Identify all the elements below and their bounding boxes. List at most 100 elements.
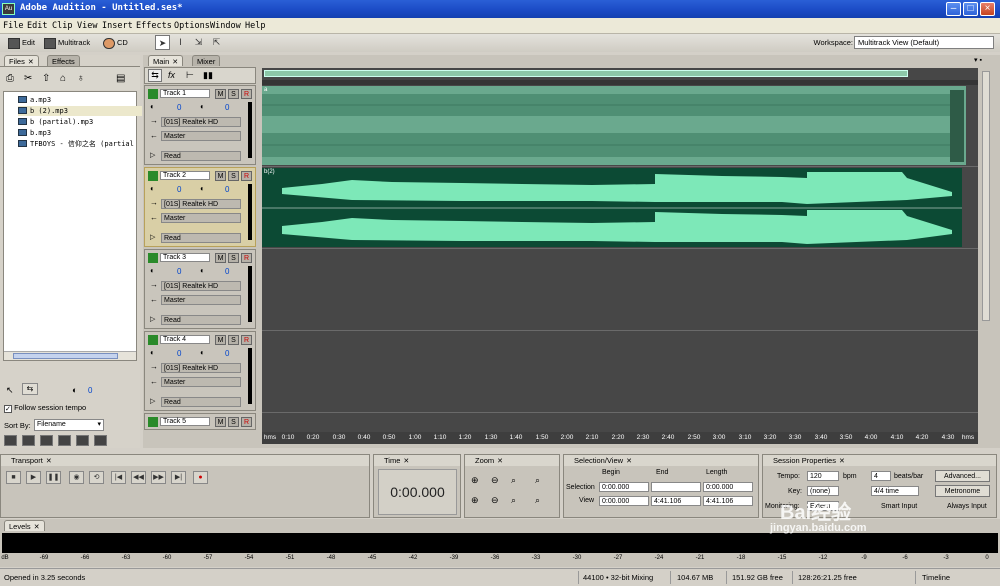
full-path-icon[interactable]: [94, 435, 107, 446]
scrollbar-thumb[interactable]: [982, 71, 990, 321]
input-select[interactable]: [01S] Realtek HD: [161, 363, 241, 373]
pan-value[interactable]: 0: [225, 185, 229, 194]
mute-button[interactable]: M: [215, 417, 226, 427]
insert-multitrack-icon[interactable]: ⇧: [42, 73, 50, 84]
zoom-out-vertical-icon[interactable]: ⊖: [491, 495, 499, 506]
maximize-button[interactable]: □: [963, 2, 978, 16]
volume-value[interactable]: 0: [88, 386, 92, 395]
advanced-button[interactable]: Advanced...: [935, 470, 990, 482]
timeline-overview[interactable]: [262, 68, 978, 80]
record-button[interactable]: R: [241, 335, 252, 345]
file-list-scrollbar[interactable]: [4, 351, 136, 360]
volume-value[interactable]: 0: [177, 185, 181, 194]
record-transport-button[interactable]: ●: [193, 471, 208, 484]
menu-help[interactable]: Help: [245, 21, 265, 31]
pan-knob-icon[interactable]: ◐: [200, 348, 205, 357]
view-end-field[interactable]: 4:41.106: [651, 496, 701, 506]
record-button[interactable]: R: [241, 417, 252, 427]
track-5-header[interactable]: Track 5 M S R: [144, 413, 256, 430]
workspace-select[interactable]: Multitrack View (Default): [854, 36, 994, 49]
file-list[interactable]: a.mp3 b (2).mp3 b (partial).mp3 b.mp3 TF…: [3, 91, 142, 361]
expand-icon[interactable]: ▷: [150, 397, 155, 405]
follow-tempo-checkbox[interactable]: ✓ Follow session tempo: [4, 403, 86, 413]
view-length-field[interactable]: 4:41.106: [703, 496, 753, 506]
record-button[interactable]: R: [241, 89, 252, 99]
track-name[interactable]: Track 3: [160, 253, 210, 262]
time-signature-select[interactable]: 4/4 time: [871, 486, 919, 496]
pan-value[interactable]: 0: [225, 103, 229, 112]
filter-icon[interactable]: [76, 435, 89, 446]
tab-effects[interactable]: Effects: [47, 55, 80, 66]
track-3-header[interactable]: Track 3 M S R ◐ 0 ◐ 0 → [01S] Realtek HD…: [144, 249, 256, 329]
automation-mode-select[interactable]: Read: [161, 315, 241, 325]
track-2-header[interactable]: Track 2 M S R ◐ 0 ◐ 0 → [01S] Realtek HD…: [144, 167, 256, 247]
beats-field[interactable]: 4: [871, 471, 891, 481]
show-audio-icon[interactable]: [4, 435, 17, 446]
scrollbar-thumb[interactable]: [13, 353, 118, 359]
menu-file[interactable]: File: [3, 21, 23, 31]
track-name[interactable]: Track 4: [160, 335, 210, 344]
volume-knob-icon[interactable]: ◐: [150, 102, 155, 111]
panel-menu-icon[interactable]: ▾ ▪: [974, 56, 982, 64]
eq-icon[interactable]: ▮▮: [203, 70, 213, 81]
loop-button[interactable]: ⟲: [89, 471, 104, 484]
inputs-outputs-icon[interactable]: ⇆: [148, 69, 162, 82]
zoom-selection-icon[interactable]: ⌕: [535, 475, 540, 486]
volume-value[interactable]: 0: [177, 267, 181, 276]
close-button[interactable]: ×: [980, 2, 995, 16]
pan-knob-icon[interactable]: ◐: [200, 266, 205, 275]
zoom-in-vertical-icon[interactable]: ⊕: [471, 495, 479, 506]
cd-view-button[interactable]: CD: [103, 36, 128, 50]
solo-button[interactable]: S: [228, 335, 239, 345]
zoom-out-amplitude-icon[interactable]: ⊖: [491, 475, 499, 486]
expand-icon[interactable]: ▷: [150, 151, 155, 159]
edit-view-button[interactable]: Edit: [8, 36, 35, 50]
tab-mixer[interactable]: Mixer: [192, 55, 221, 66]
vertical-scrollbar[interactable]: [979, 67, 993, 432]
play-from-cursor-button[interactable]: ◉: [69, 471, 84, 484]
expand-icon[interactable]: ▷: [150, 315, 155, 323]
view-begin-field[interactable]: 0:00.000: [599, 496, 649, 506]
track-1-header[interactable]: Track 1 M S R ◐ 0 ◐ 0 → [01S] Realtek HD…: [144, 85, 256, 165]
volume-knob-icon[interactable]: ◐: [72, 385, 77, 395]
output-select[interactable]: Master: [161, 131, 241, 141]
solo-button[interactable]: S: [228, 89, 239, 99]
sends-icon[interactable]: ⊢: [186, 70, 194, 81]
track-3-lane[interactable]: [262, 249, 978, 331]
tab-levels[interactable]: Levels ✕: [4, 520, 45, 531]
track-name[interactable]: Track 5: [160, 417, 210, 426]
track-1-lane[interactable]: a: [262, 85, 978, 167]
volume-value[interactable]: 0: [177, 349, 181, 358]
time-selection-tool-icon[interactable]: I: [173, 35, 188, 50]
track-4-header[interactable]: Track 4 M S R ◐ 0 ◐ 0 → [01S] Realtek HD…: [144, 331, 256, 411]
list-item[interactable]: b (partial).mp3: [18, 117, 93, 127]
audio-clip-b2[interactable]: b(2): [262, 168, 962, 247]
menu-options[interactable]: Options: [174, 21, 210, 31]
import-file-icon[interactable]: ⎙: [6, 73, 14, 84]
mute-button[interactable]: M: [215, 89, 226, 99]
metronome-button[interactable]: Metronome: [935, 485, 990, 497]
automation-mode-select[interactable]: Read: [161, 397, 241, 407]
volume-value[interactable]: 0: [177, 103, 181, 112]
mute-button[interactable]: M: [215, 171, 226, 181]
zoom-left-edge-icon[interactable]: ⌕: [511, 495, 516, 506]
automation-mode-select[interactable]: Read: [161, 151, 241, 161]
output-select[interactable]: Master: [161, 377, 241, 387]
menu-edit[interactable]: Edit: [27, 21, 47, 31]
automation-mode-select[interactable]: Read: [161, 233, 241, 243]
scrub-tool-icon[interactable]: ⇱: [209, 35, 224, 50]
expand-icon[interactable]: ▷: [150, 233, 155, 241]
multitrack-view-button[interactable]: Multitrack: [44, 36, 90, 50]
tab-main[interactable]: Main ✕: [148, 55, 184, 66]
mute-button[interactable]: M: [215, 335, 226, 345]
stop-button[interactable]: ■: [6, 471, 21, 484]
show-video-icon[interactable]: [40, 435, 53, 446]
tab-files[interactable]: Files ✕: [4, 55, 39, 66]
list-item[interactable]: TFBOYS - 信仰之名 (partial: [18, 139, 134, 149]
output-select[interactable]: Master: [161, 213, 241, 223]
selection-end-field[interactable]: [651, 482, 701, 492]
pan-value[interactable]: 0: [225, 349, 229, 358]
volume-knob-icon[interactable]: ◐: [150, 266, 155, 275]
move-tool-icon[interactable]: ➤: [155, 35, 170, 50]
always-input-option[interactable]: Always Input: [947, 503, 987, 510]
